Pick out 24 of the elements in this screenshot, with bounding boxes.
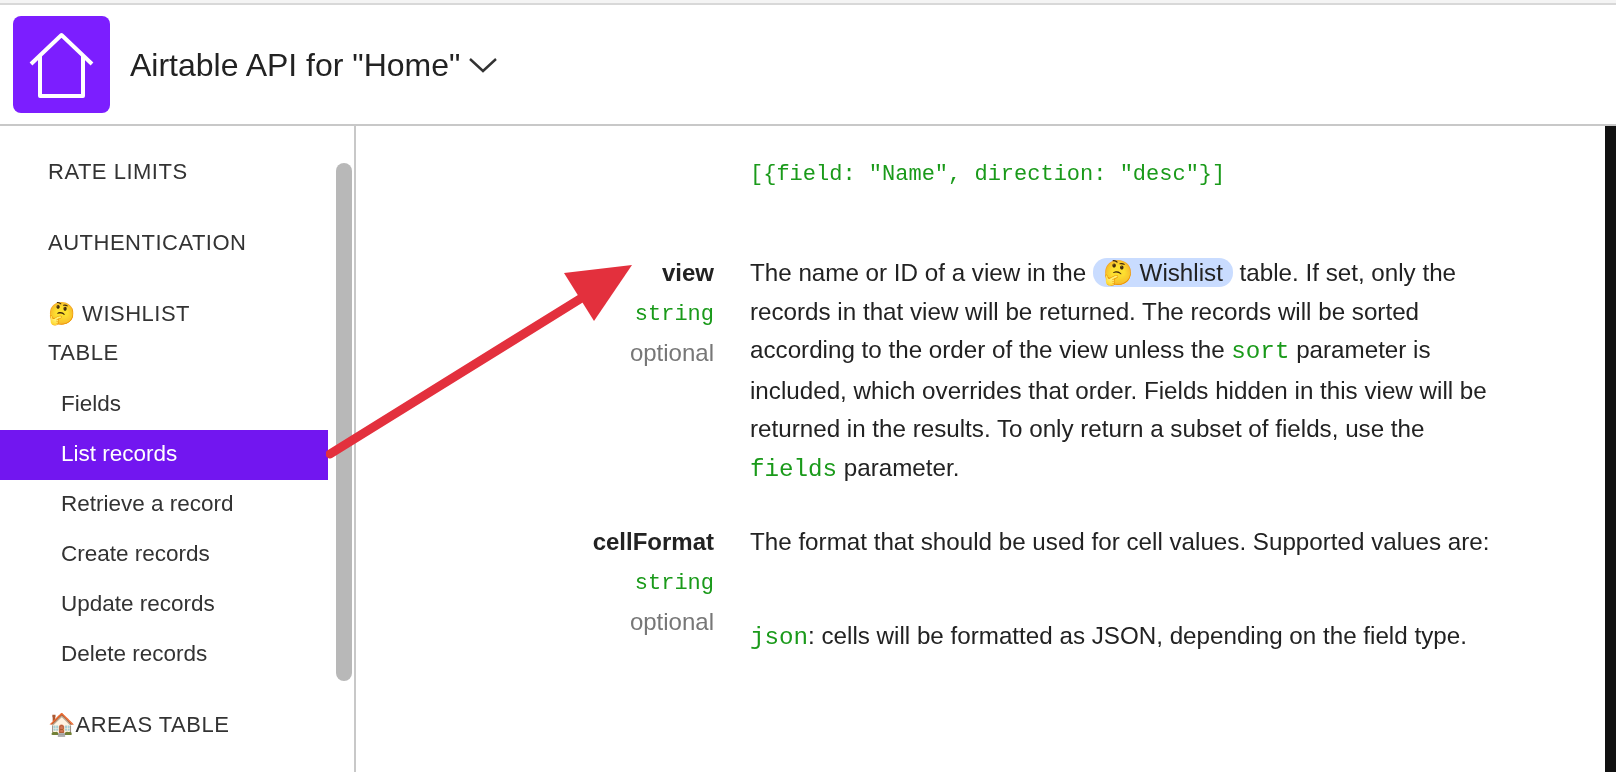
param-type: string: [634, 570, 714, 596]
sidebar-section-heading[interactable]: 🏠AREAS TABLE: [0, 705, 259, 744]
sidebar-section-heading[interactable]: 🤔 WISHLIST TABLE: [0, 294, 259, 372]
sidebar-link[interactable]: Update records: [0, 580, 328, 630]
param-description: json: cells will be formatted as JSON, depending on the field type.: [750, 620, 1468, 653]
house-logo-icon[interactable]: [13, 16, 110, 113]
sidebar-section-heading[interactable]: RATE LIMITS: [0, 152, 259, 191]
sidebar-link[interactable]: List records: [0, 430, 328, 480]
sidebar-link[interactable]: Delete records: [0, 630, 328, 680]
chevron-down-icon[interactable]: [468, 55, 499, 74]
sidebar-section-heading[interactable]: AUTHENTICATION: [0, 223, 259, 262]
param-description: The name or ID of a view in the 🤔 Wishlist table. If set, only the records in that view will be returned. The records will be sorted according to the order of the view unless the sort parameter is included, which overrides that order. Fields hidden in this view will be returned in the results. To only return a subset of fields, use the fields parameter.: [750, 257, 1488, 485]
param-requirement: optional: [629, 608, 714, 635]
param-description: The format that should be used for cell values. Supported values are:: [750, 527, 1491, 557]
param-requirement: optional: [629, 339, 714, 366]
code-example: [{field: "Name", direction: "desc"}]: [750, 162, 1226, 187]
sidebar-link[interactable]: Retrieve a record: [0, 480, 328, 530]
api-title[interactable]: Airtable API for "Home": [130, 40, 461, 89]
param-name: view: [661, 259, 714, 286]
scrollbar-thumb[interactable]: [336, 163, 352, 681]
sidebar-link[interactable]: Create records: [0, 530, 328, 580]
param-name: cellFormat: [592, 528, 714, 555]
sidebar-link[interactable]: Fields: [0, 380, 328, 430]
param-type: string: [634, 301, 714, 327]
